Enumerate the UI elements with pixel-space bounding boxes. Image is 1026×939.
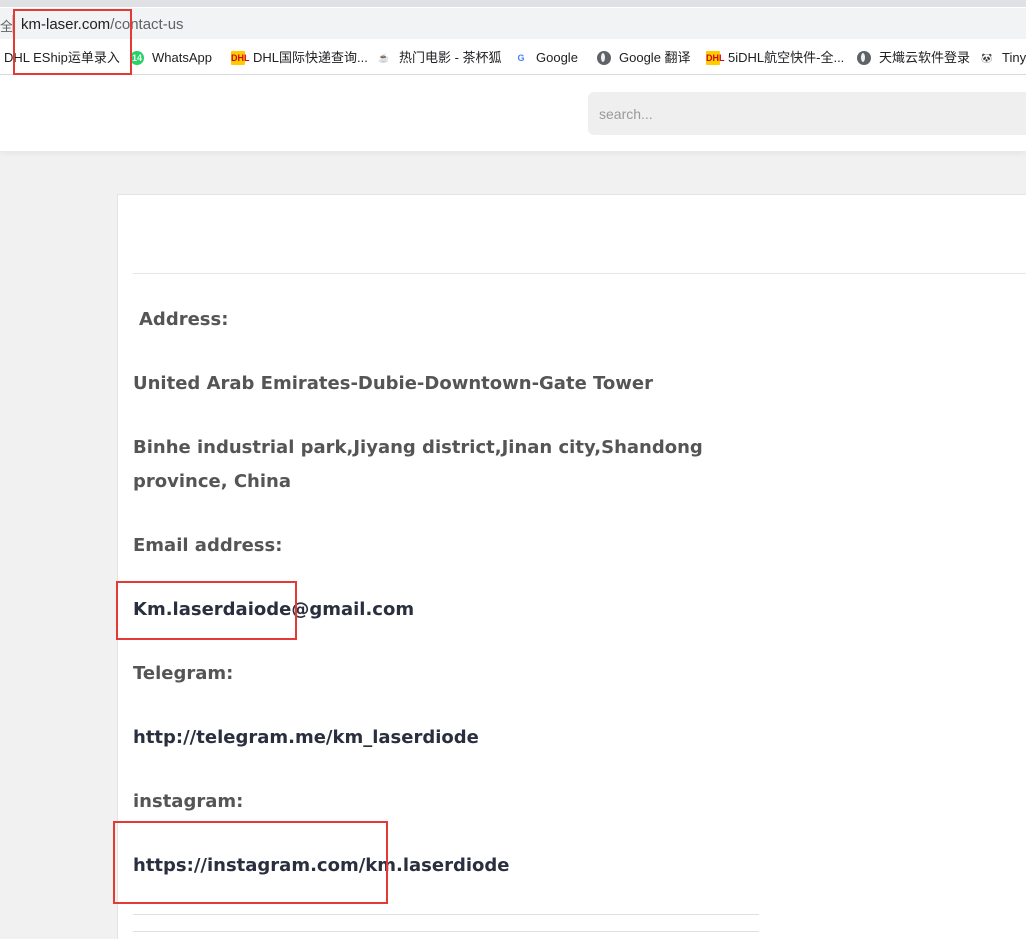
email-label: Email address: <box>133 535 283 556</box>
telegram-label: Telegram: <box>133 663 234 684</box>
globe-icon <box>857 51 871 65</box>
bookmarks-bar: DHL EShip运单录入 14 WhatsApp DHL DHL国际快递查询.… <box>0 42 1026 75</box>
site-header <box>0 75 1026 151</box>
bookmark-label: Google 翻译 <box>619 50 691 65</box>
panda-icon: 🐼 <box>981 53 993 63</box>
bookmark-label: Google <box>536 50 578 65</box>
dhl-icon: DHL <box>706 51 725 65</box>
url-text[interactable]: km-laser.com/contact-us <box>21 15 184 34</box>
whatsapp-icon: 14 <box>130 51 144 65</box>
bookmark-label: 天熾云软件登录 <box>879 50 971 65</box>
url-path: /contact-us <box>110 16 184 33</box>
bookmark-tianyun[interactable]: 天熾云软件登录 <box>857 49 970 67</box>
bookmark-label: 热门电影 - 茶杯狐 <box>399 50 502 65</box>
bookmark-label: DHL国际快递查询... <box>253 50 368 65</box>
teacup-fox-icon: ☕ <box>378 53 390 63</box>
bookmark-label: Tiny <box>1002 50 1026 65</box>
divider <box>133 914 759 915</box>
contact-card: Address: United Arab Emirates-Dubie-Down… <box>117 194 1026 939</box>
bookmark-5idhl[interactable]: DHL 5iDHL航空快件-全... <box>706 49 844 67</box>
browser-url-bar: 全 km-laser.com/contact-us <box>0 0 1026 48</box>
telegram-link[interactable]: http://telegram.me/km_laserdiode <box>133 721 753 755</box>
bookmark-dhl-tracking[interactable]: DHL DHL国际快递查询... <box>231 49 368 67</box>
instagram-link[interactable]: https://instagram.com/km.laserdiode <box>133 849 753 883</box>
address-line-2: Binhe industrial park,Jiyang district,Ji… <box>133 437 703 492</box>
bookmark-label: 5iDHL航空快件-全... <box>728 50 845 65</box>
url-separator <box>12 15 13 33</box>
bookmark-google[interactable]: G Google <box>514 49 578 67</box>
google-icon: G <box>517 53 525 63</box>
bookmark-tiny[interactable]: 🐼 Tiny <box>980 49 1026 67</box>
email-link[interactable]: Km.laserdaiode@gmail.com <box>133 593 753 627</box>
divider <box>133 273 1026 274</box>
divider <box>133 931 759 932</box>
address-label: Address: <box>139 309 229 330</box>
bookmark-label: WhatsApp <box>152 50 212 65</box>
globe-icon <box>597 51 611 65</box>
instagram-label: instagram: <box>133 791 244 812</box>
address-line-1: United Arab Emirates-Dubie-Downtown-Gate… <box>133 373 654 394</box>
bookmark-teacup-fox[interactable]: ☕ 热门电影 - 茶杯狐 <box>377 49 502 67</box>
dhl-icon: DHL <box>231 51 250 65</box>
url-host: km-laser.com <box>21 16 111 33</box>
bookmark-dhl-eship[interactable]: DHL EShip运单录入 <box>4 49 120 67</box>
search-input[interactable] <box>588 92 1026 135</box>
tab-strip-edge <box>0 0 1026 7</box>
bookmark-whatsapp[interactable]: 14 WhatsApp <box>130 49 212 67</box>
bookmark-google-translate[interactable]: Google 翻译 <box>597 49 691 67</box>
bookmark-label: DHL EShip运单录入 <box>4 50 120 65</box>
